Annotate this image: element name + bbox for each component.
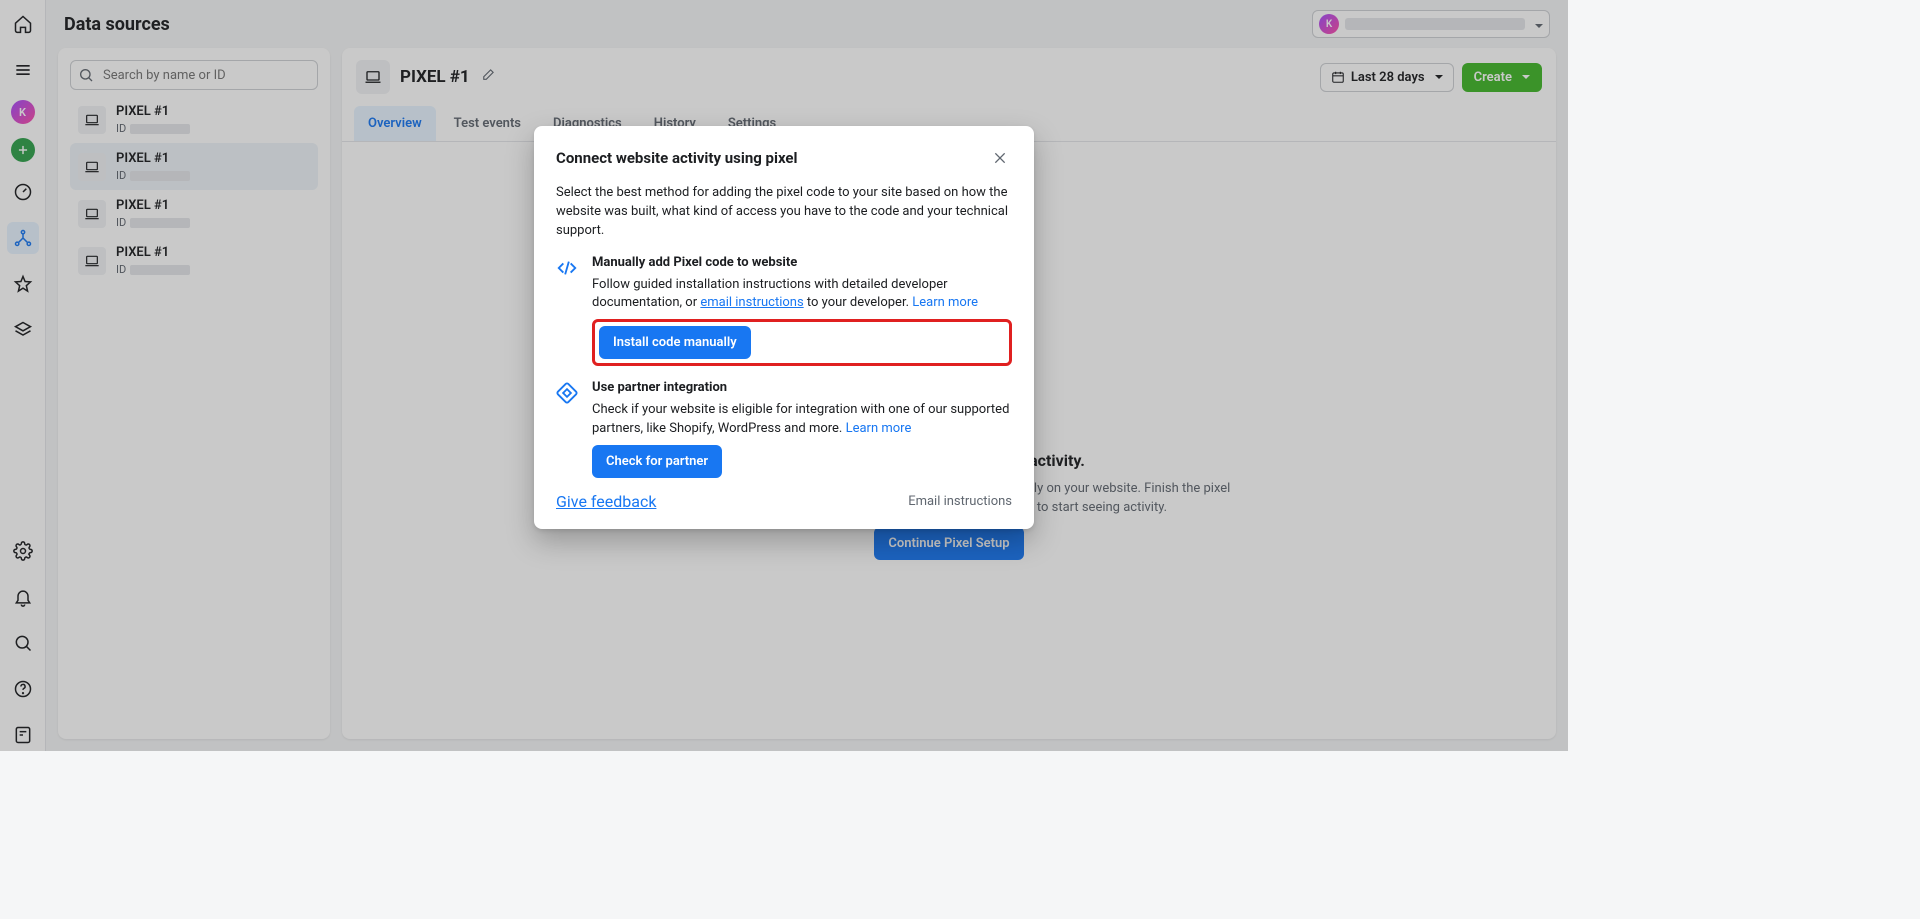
partner-option-title: Use partner integration bbox=[592, 380, 1012, 395]
give-feedback-link[interactable]: Give feedback bbox=[556, 492, 656, 511]
partner-option: Use partner integration Check if your we… bbox=[556, 380, 1012, 478]
manual-option-text: Follow guided installation instructions … bbox=[592, 276, 1012, 314]
highlight-box: Install code manually bbox=[592, 319, 1012, 366]
check-partner-button[interactable]: Check for partner bbox=[592, 445, 722, 478]
modal-title: Connect website activity using pixel bbox=[556, 149, 798, 167]
partner-icon bbox=[556, 380, 580, 478]
modal-footer: Give feedback Email instructions bbox=[556, 492, 1012, 511]
connect-pixel-modal: Connect website activity using pixel Sel… bbox=[534, 126, 1034, 529]
partner-option-text: Check if your website is eligible for in… bbox=[592, 401, 1012, 439]
modal-subtitle: Select the best method for adding the pi… bbox=[556, 184, 1012, 241]
learn-more-link-1[interactable]: Learn more bbox=[912, 295, 978, 310]
manual-option-title: Manually add Pixel code to website bbox=[592, 255, 1012, 270]
app-root: K Data sources K bbox=[0, 0, 1568, 751]
learn-more-link-2[interactable]: Learn more bbox=[846, 421, 912, 436]
modal-scrim[interactable]: Connect website activity using pixel Sel… bbox=[0, 0, 1568, 751]
manual-install-option: Manually add Pixel code to website Follo… bbox=[556, 255, 1012, 367]
code-icon bbox=[556, 255, 580, 367]
manual-text-mid: to your developer. bbox=[804, 295, 913, 310]
email-instructions-footer[interactable]: Email instructions bbox=[908, 494, 1012, 509]
partner-text-pre: Check if your website is eligible for in… bbox=[592, 402, 1009, 436]
email-instructions-link[interactable]: email instructions bbox=[700, 295, 803, 310]
close-icon[interactable] bbox=[988, 146, 1012, 170]
install-manually-button[interactable]: Install code manually bbox=[599, 326, 751, 359]
